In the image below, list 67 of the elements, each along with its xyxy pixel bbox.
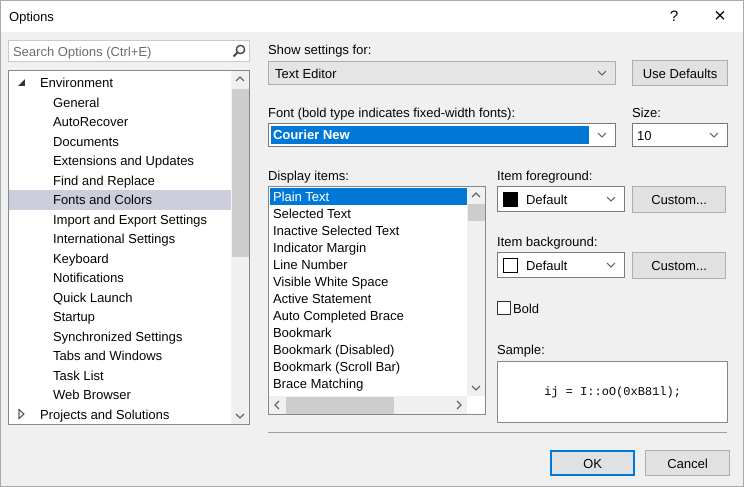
tree-item[interactable]: Startup <box>9 307 231 326</box>
field-label: Size: <box>632 104 661 122</box>
list-item[interactable]: Line Number <box>270 256 467 273</box>
window-title: Options <box>9 9 55 24</box>
chevron-down-icon <box>707 130 721 140</box>
list-item[interactable]: Selected Text <box>270 205 467 222</box>
chevron-down-icon <box>595 130 609 140</box>
custom-button[interactable]: Custom... <box>632 252 726 279</box>
list-item[interactable]: Bookmark <box>270 324 467 341</box>
search-field[interactable]: Search Options (Ctrl+E) <box>8 40 250 62</box>
search-icon <box>232 44 246 58</box>
chevron-down-icon <box>604 260 618 270</box>
field-label: Show settings for: <box>268 41 372 59</box>
list-item[interactable]: Auto Completed Brace <box>270 307 467 324</box>
tree-item[interactable]: Notifications <box>9 268 231 288</box>
tree-item[interactable]: AutoRecover <box>9 112 231 132</box>
tree-item[interactable]: Import and Export Settings <box>9 210 231 229</box>
checkbox-label: Bold <box>513 300 540 316</box>
field-label: Font (bold type indicates fixed-width fonts): <box>268 104 516 122</box>
horizontal-scrollbar[interactable] <box>269 396 467 414</box>
field-label: Item background: <box>497 233 598 251</box>
size-dropdown[interactable]: 10 <box>632 123 728 147</box>
list-item[interactable]: Bookmark (Disabled) <box>270 341 467 358</box>
close-button[interactable]: × <box>697 1 743 32</box>
settings-dropdown[interactable]: Text Editor <box>268 61 616 85</box>
tree-item[interactable]: Task List <box>9 366 231 385</box>
chevron-down-icon <box>604 194 618 204</box>
tree-item[interactable]: Keyboard <box>9 248 231 268</box>
ok-button[interactable]: OK <box>550 450 635 476</box>
custom-button[interactable]: Custom... <box>632 186 726 213</box>
field-label: Sample: <box>497 341 546 359</box>
scrollbar[interactable] <box>467 187 485 396</box>
tree-item[interactable]: International Settings <box>9 229 231 248</box>
tree-item[interactable]: Find and Replace <box>9 170 231 190</box>
tree-item[interactable]: General <box>9 92 231 112</box>
bold-checkbox[interactable] <box>497 301 511 315</box>
list-item[interactable]: Plain Text <box>270 188 467 205</box>
scroll-thumb[interactable] <box>286 396 394 414</box>
scroll-thumb[interactable] <box>468 204 484 221</box>
sample-text: ij = I::oO(0xB81l); <box>544 385 681 399</box>
collapse-triangle-icon <box>16 76 28 89</box>
list-item[interactable]: Active Statement <box>270 290 467 307</box>
chevron-down-icon <box>595 68 609 78</box>
tree-item[interactable]: Tabs and Windows <box>9 346 231 366</box>
tree-item[interactable]: Environment <box>9 73 231 92</box>
list-item[interactable]: Bookmark (Scroll Bar) <box>270 358 467 375</box>
font-dropdown[interactable]: Courier New <box>268 123 616 147</box>
use-defaults-button[interactable]: Use Defaults <box>632 60 728 86</box>
scrollbar[interactable] <box>231 71 249 424</box>
color-dropdown[interactable]: Default <box>497 186 625 212</box>
tree-item[interactable]: Extensions and Updates <box>9 151 231 170</box>
tree-item[interactable]: Documents <box>9 132 231 151</box>
color-dropdown[interactable]: Default <box>497 252 625 278</box>
help-button[interactable]: ? <box>651 1 697 32</box>
tree-item[interactable]: Fonts and Colors <box>9 190 231 210</box>
cancel-button[interactable]: Cancel <box>645 450 730 476</box>
tree-item[interactable]: Synchronized Settings <box>9 326 231 346</box>
list-item[interactable]: Visible White Space <box>270 273 467 290</box>
list-item[interactable]: Inactive Selected Text <box>270 222 467 239</box>
field-label: Item foreground: <box>497 167 594 185</box>
list-item[interactable]: Indicator Margin <box>270 239 467 256</box>
tree-item[interactable]: Projects and Solutions <box>9 404 231 424</box>
field-label: Display items: <box>268 167 350 185</box>
scroll-thumb[interactable] <box>232 89 248 257</box>
tree-item[interactable]: Quick Launch <box>9 288 231 307</box>
tree-item[interactable]: Web Browser <box>9 385 231 404</box>
list-item[interactable]: Brace Matching <box>270 375 467 392</box>
